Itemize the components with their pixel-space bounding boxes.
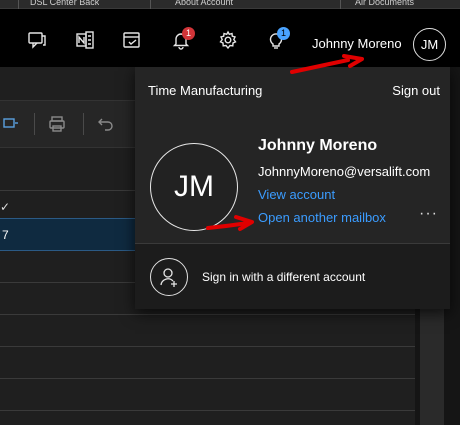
tab-separator [150,0,151,9]
sign-out-button[interactable]: Sign out [392,83,440,98]
add-person-icon [150,258,188,296]
check-icon[interactable]: ✓ [0,200,10,214]
print-icon[interactable] [48,115,66,133]
tab-separator [340,0,341,9]
sign-in-different-account-label: Sign in with a different account [202,270,366,284]
todo-icon[interactable] [121,29,143,51]
account-email: JohnnyMoreno@versalift.com [258,164,431,179]
list-divider [0,378,415,379]
tips-badge: 1 [277,27,290,40]
list-divider [0,410,415,411]
open-another-mailbox-link[interactable]: Open another mailbox [258,210,386,225]
chat-icon[interactable] [26,29,48,51]
more-options-button[interactable]: ··· [419,205,438,223]
top-header-bar: 1 1 Johnny Moreno JM [0,9,460,67]
filter-icon[interactable] [2,115,20,133]
outlook-window: DSL Center Back About Account Air Docume… [0,0,460,425]
sign-in-different-account-row[interactable]: Sign in with a different account [135,244,450,309]
toolbar-divider [34,113,35,135]
gear-icon[interactable] [217,29,239,51]
browser-tab-strip: DSL Center Back About Account Air Docume… [0,0,460,9]
account-full-name: Johnny Moreno [258,137,378,154]
account-avatar[interactable]: JM [150,143,238,231]
browser-tab[interactable]: Air Documents [355,0,414,9]
header-username[interactable]: Johnny Moreno [312,36,402,51]
view-account-link[interactable]: View account [258,187,335,202]
list-divider [0,346,415,347]
header-avatar[interactable]: JM [413,28,446,61]
browser-tab[interactable]: About Account [175,0,233,9]
organization-name: Time Manufacturing [148,83,263,98]
list-divider [0,314,415,315]
list-divider [0,190,135,191]
undo-icon[interactable] [97,115,115,133]
account-panel: Time Manufacturing Sign out JM Johnny Mo… [135,67,450,309]
row-text: 7 [2,228,9,242]
message-toolbar [0,100,135,148]
selected-list-row[interactable]: 7 [0,218,135,251]
browser-tab[interactable]: DSL Center Back [30,0,99,9]
notification-badge: 1 [182,27,195,40]
tab-separator [18,0,19,9]
toolbar-divider [83,113,84,135]
onenote-icon[interactable] [74,29,96,51]
